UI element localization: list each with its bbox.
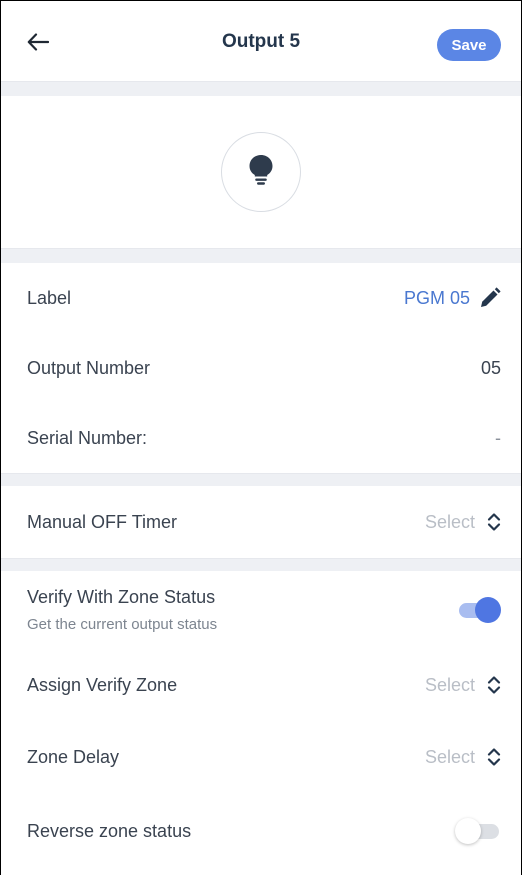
- verify-zone-status-sublabel: Get the current output status: [27, 616, 218, 633]
- toggle-knob: [475, 597, 501, 623]
- zone-delay-label: Zone Delay: [27, 746, 120, 767]
- top-bar: Output 5 Save: [1, 1, 521, 81]
- verify-zone-status-toggle[interactable]: [455, 597, 501, 623]
- verify-zone-status-row: Verify With Zone Status Get the current …: [1, 571, 521, 649]
- assign-verify-zone-row[interactable]: Assign Verify Zone Select: [1, 649, 521, 721]
- serial-number-label: Serial Number:: [27, 427, 148, 448]
- manual-off-timer-select[interactable]: Select: [425, 512, 501, 533]
- section-divider: [1, 558, 521, 571]
- label-field-label: Label: [27, 287, 72, 308]
- verify-zone-status-text: Verify With Zone Status Get the current …: [27, 587, 217, 633]
- app-screen: Output 5 Save Label PGM 05 Output Number…: [0, 0, 522, 875]
- chevron-up-down-icon: [487, 747, 501, 767]
- label-field-value[interactable]: PGM 05: [404, 287, 501, 309]
- chevron-up-down-icon: [487, 675, 501, 695]
- zone-delay-row[interactable]: Zone Delay Select: [1, 721, 521, 793]
- save-button[interactable]: Save: [437, 29, 501, 61]
- assign-verify-zone-label: Assign Verify Zone: [27, 674, 178, 695]
- serial-number-value: -: [495, 427, 501, 448]
- verify-zone-status-label: Verify With Zone Status: [27, 587, 216, 607]
- zone-delay-select[interactable]: Select: [425, 747, 501, 768]
- reverse-zone-status-toggle[interactable]: [455, 818, 501, 844]
- serial-number-row: Serial Number: -: [1, 403, 521, 473]
- chevron-up-down-icon: [487, 512, 501, 532]
- section-divider: [1, 81, 521, 96]
- output-icon-area: [1, 96, 521, 248]
- toggle-knob: [455, 818, 481, 844]
- zone-delay-value: Select: [424, 746, 475, 767]
- output-icon-circle: [221, 132, 301, 212]
- reverse-zone-status-label: Reverse zone status: [27, 820, 192, 841]
- pencil-icon[interactable]: [479, 287, 501, 309]
- section-divider: [1, 473, 521, 486]
- manual-off-timer-row[interactable]: Manual OFF Timer Select: [1, 486, 521, 558]
- assign-verify-zone-select[interactable]: Select: [425, 675, 501, 696]
- output-number-label: Output Number: [27, 357, 151, 378]
- output-number-row: Output Number 05: [1, 333, 521, 403]
- label-row[interactable]: Label PGM 05: [1, 263, 521, 333]
- manual-off-timer-label: Manual OFF Timer: [27, 511, 178, 532]
- manual-off-timer-value: Select: [424, 511, 475, 532]
- reverse-zone-status-row: Reverse zone status: [1, 793, 521, 869]
- label-value-text: PGM 05: [403, 287, 470, 308]
- output-number-value: 05: [480, 357, 501, 378]
- assign-verify-zone-value: Select: [424, 674, 475, 695]
- section-divider: [1, 248, 521, 263]
- lightbulb-icon: [248, 154, 274, 191]
